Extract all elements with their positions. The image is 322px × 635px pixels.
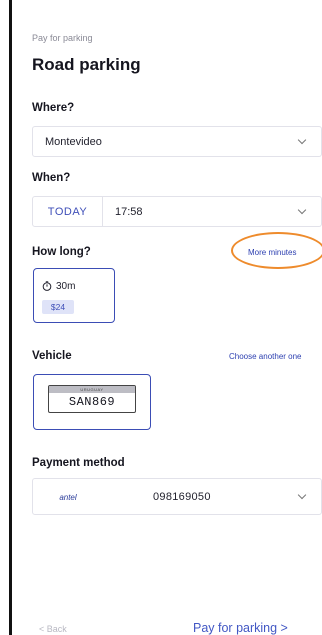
city-value: Montevideo [45, 136, 102, 148]
highlight-circle [231, 232, 322, 269]
plate-number: SAN869 [68, 395, 116, 409]
choose-another-link[interactable]: Choose another one [229, 352, 302, 361]
duration-value: 30m [56, 281, 76, 292]
phone-number: 098169050 [153, 491, 211, 503]
chevron-down-icon [297, 205, 307, 215]
when-label: When? [32, 172, 71, 184]
payment-select[interactable]: antel 098169050 [32, 478, 322, 515]
page-title: Road parking [32, 55, 141, 74]
license-plate: URUGUAY SAN869 [48, 385, 136, 413]
plate-country: URUGUAY [49, 386, 135, 393]
time-value: 17:58 [115, 206, 143, 218]
back-button[interactable]: < Back [39, 624, 67, 634]
how-long-label: How long? [32, 246, 91, 258]
breadcrumb: Pay for parking [32, 33, 93, 43]
price-badge: $24 [42, 300, 74, 314]
timer-icon [42, 281, 52, 291]
chevron-down-icon [297, 135, 307, 145]
vehicle-option[interactable]: URUGUAY SAN869 [33, 374, 151, 430]
today-button[interactable]: TODAY [33, 197, 103, 226]
parking-screen: Pay for parking Road parking Where? Mont… [12, 0, 322, 635]
antel-logo: antel [59, 492, 77, 502]
pay-for-parking-button[interactable]: Pay for parking > [193, 621, 288, 635]
payment-label: Payment method [32, 457, 125, 469]
date-time-select[interactable]: TODAY 17:58 [32, 196, 322, 227]
city-select[interactable]: Montevideo [32, 126, 322, 157]
vehicle-label: Vehicle [32, 350, 72, 362]
where-label: Where? [32, 102, 75, 114]
chevron-down-icon [297, 490, 307, 500]
duration-option[interactable]: 30m $24 [33, 268, 115, 323]
